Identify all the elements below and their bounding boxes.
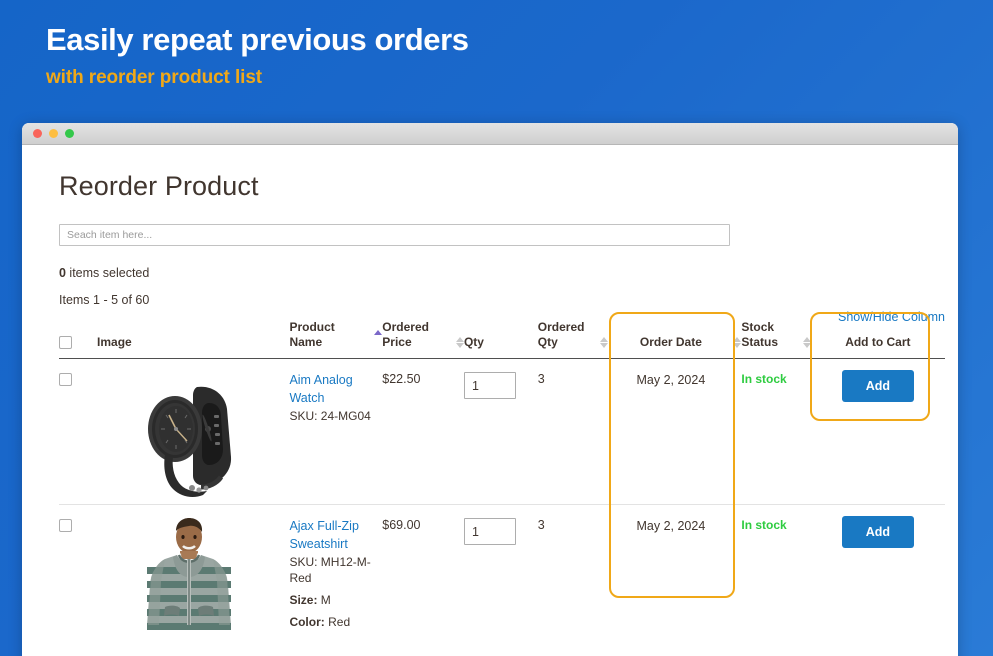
option-value: M (320, 592, 331, 607)
stock-status-cell: In stock (741, 358, 811, 506)
product-sku: SKU: MH12-M-Red (289, 554, 371, 586)
header-image: Image (97, 316, 290, 360)
row-select-cell[interactable] (59, 358, 98, 506)
sort-ascending-icon[interactable] (374, 330, 383, 336)
product-image-cell (97, 505, 289, 638)
sort-toggle-icon[interactable] (802, 337, 811, 349)
row-select-cell[interactable] (59, 505, 97, 638)
ordered-qty-cell: 3 (537, 358, 601, 506)
ordered-qty-value: 3 (537, 518, 545, 533)
promo-subtitle: with reorder product list (46, 66, 263, 88)
table-meta: 0 items selected Items 1 - 5 of 60 (22, 266, 958, 307)
promo-banner: Easily repeat previous orders with reord… (46, 22, 926, 89)
option-label: Size: (289, 592, 318, 607)
items-selected-label: 0 items selected (59, 266, 958, 280)
table-row: Aim Analog Watch SKU: 24-MG04 $22.50 3 (59, 358, 945, 506)
ordered-price-value: $22.50 (382, 372, 421, 387)
header-qty-label: Qty (463, 334, 484, 349)
header-product-name[interactable]: Product Name (289, 316, 383, 360)
product-name-link[interactable]: Ajax Full-Zip Sweatshirt (289, 518, 382, 553)
product-info-cell: Aim Analog Watch SKU: 24-MG04 (289, 358, 383, 506)
product-name-link[interactable]: Aim Analog Watch (289, 372, 382, 407)
search-input[interactable] (59, 224, 730, 246)
add-to-cart-cell: Add (811, 505, 945, 638)
browser-window: Reorder Product 0 items selected Items 1… (22, 123, 958, 656)
window-titlebar (22, 123, 958, 145)
header-qty: Qty (463, 316, 538, 360)
row-checkbox[interactable] (59, 373, 72, 387)
add-to-cart-button[interactable]: Add (841, 370, 914, 403)
product-sku: SKU: 24-MG04 (289, 408, 371, 423)
maximize-window-icon[interactable] (65, 129, 74, 138)
close-window-icon[interactable] (33, 129, 42, 138)
add-to-cart-cell: Add (810, 358, 945, 506)
product-image-watch (148, 386, 232, 498)
select-all-checkbox[interactable] (59, 336, 72, 350)
product-image-sweatshirt (147, 518, 232, 631)
minimize-window-icon[interactable] (49, 129, 58, 138)
table-body: Aim Analog Watch SKU: 24-MG04 $22.50 3 (59, 358, 945, 638)
sort-toggle-icon[interactable] (733, 337, 742, 349)
table-row: Ajax Full-Zip Sweatshirt SKU: MH12-M-Red… (59, 505, 945, 638)
row-checkbox[interactable] (59, 519, 72, 533)
option-label: Color: (289, 615, 325, 630)
sort-toggle-icon[interactable] (600, 337, 609, 349)
product-option-size: Size: M (289, 591, 382, 610)
order-date-value: May 2, 2024 (636, 373, 706, 388)
order-date-cell: May 2, 2024 (600, 358, 742, 506)
ordered-qty-value: 3 (537, 372, 545, 387)
qty-cell (463, 505, 538, 638)
items-range-label: Items 1 - 5 of 60 (59, 293, 150, 307)
search-container (22, 202, 958, 246)
table-header-row: Image Product Name Ordered Price Qty Ord… (59, 316, 945, 360)
header-ordered-price-label: Ordered Price (382, 320, 429, 349)
header-ordered-qty-label: Ordered Qty (537, 320, 585, 349)
page-content: Reorder Product 0 items selected Items 1… (22, 145, 958, 656)
add-to-cart-button[interactable]: Add (841, 516, 914, 549)
reorder-table-container: Image Product Name Ordered Price Qty Ord… (22, 316, 958, 637)
header-order-date[interactable]: Order Date (600, 316, 742, 360)
product-option-color: Color: Red (289, 613, 382, 632)
items-selected-suffix: items selected (65, 266, 150, 280)
ordered-price-value: $69.00 (382, 518, 421, 533)
qty-cell (463, 358, 538, 506)
header-add-to-cart: Add to Cart (810, 316, 945, 360)
header-select-all[interactable] (59, 316, 98, 360)
qty-input[interactable] (463, 372, 516, 400)
promo-title: Easily repeat previous orders (46, 22, 469, 57)
order-date-value: May 2, 2024 (636, 519, 706, 534)
qty-input[interactable] (463, 518, 516, 546)
header-stock-status-label: Stock Status (741, 320, 779, 349)
header-stock-status[interactable]: Stock Status (741, 316, 811, 360)
option-value: Red (328, 615, 351, 630)
header-product-name-label: Product Name (289, 320, 335, 349)
product-info-cell: Ajax Full-Zip Sweatshirt SKU: MH12-M-Red… (289, 505, 382, 638)
header-image-label: Image (97, 334, 132, 349)
items-selected-count: 0 (59, 266, 66, 280)
header-add-to-cart-label: Add to Cart (845, 334, 911, 349)
header-order-date-label: Order Date (639, 334, 702, 349)
header-ordered-qty: Ordered Qty (537, 316, 601, 360)
stock-status-badge: In stock (741, 518, 787, 533)
page-title: Reorder Product (59, 171, 259, 201)
sort-toggle-icon[interactable] (455, 337, 464, 349)
table-header: Image Product Name Ordered Price Qty Ord… (59, 316, 945, 360)
stock-status-cell: In stock (741, 505, 810, 638)
header-ordered-price[interactable]: Ordered Price (382, 316, 464, 360)
ordered-price-cell: $69.00 (382, 505, 464, 638)
order-date-cell: May 2, 2024 (600, 505, 741, 638)
product-image-cell (97, 358, 290, 506)
ordered-qty-cell: 3 (538, 505, 601, 638)
stock-status-badge: In stock (741, 372, 787, 387)
reorder-product-table: Image Product Name Ordered Price Qty Ord… (59, 316, 945, 637)
ordered-price-cell: $22.50 (382, 358, 464, 506)
